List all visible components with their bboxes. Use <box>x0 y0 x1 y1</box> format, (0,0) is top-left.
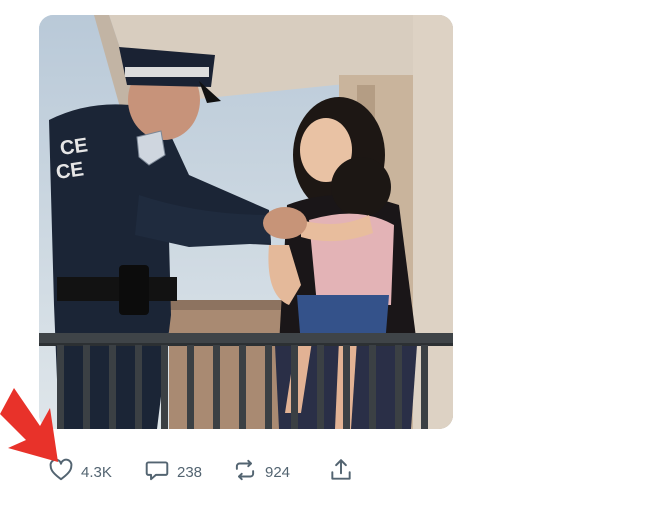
share-button[interactable] <box>328 458 354 486</box>
reply-count: 238 <box>177 463 203 481</box>
post-photo[interactable]: CE CE <box>39 15 453 429</box>
retweet-icon <box>232 457 258 488</box>
retweet-button[interactable]: 924 <box>232 458 290 486</box>
svg-text:CE: CE <box>59 134 90 160</box>
share-icon <box>328 457 354 488</box>
red-arrow-annotation <box>0 388 58 462</box>
post-actions-bar: 4.3K 238 924 <box>48 458 368 486</box>
photo-illustration: CE CE <box>39 15 453 429</box>
like-count: 4.3K <box>81 463 112 481</box>
reply-button[interactable]: 238 <box>144 458 202 486</box>
retweet-count: 924 <box>265 463 291 481</box>
reply-bubble-icon <box>144 457 170 488</box>
svg-text:CE: CE <box>55 158 86 184</box>
